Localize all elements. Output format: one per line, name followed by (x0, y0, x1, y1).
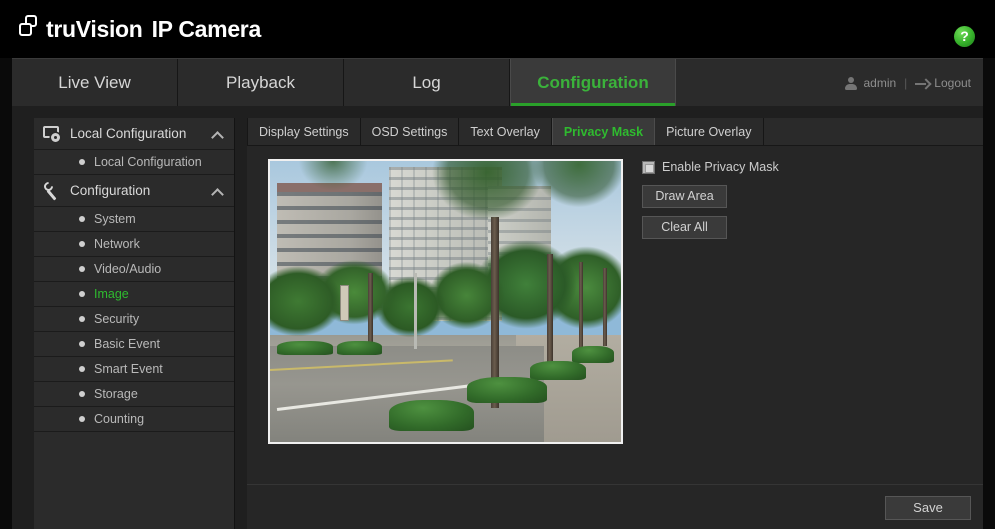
tab-privacy-mask[interactable]: Privacy Mask (551, 118, 656, 145)
sidebar-item-smart-event[interactable]: Smart Event (34, 357, 234, 382)
tab-text-overlay[interactable]: Text Overlay (459, 118, 552, 145)
sidebar-item-label: Basic Event (94, 337, 161, 351)
app-window: truVision IP Camera ? Live View Playback … (0, 0, 995, 529)
sidebar-item-network[interactable]: Network (34, 232, 234, 257)
hedge (571, 346, 614, 364)
sidebar-item-label: Storage (94, 387, 138, 401)
hedge (336, 340, 383, 355)
privacy-mask-panel: Enable Privacy Mask Draw Area Clear All (247, 146, 983, 484)
question-mark-help-icon[interactable]: ? (954, 26, 975, 47)
monitor-gear-icon (43, 125, 63, 143)
enable-privacy-mask-row: Enable Privacy Mask (642, 160, 842, 174)
sidebar-item-storage[interactable]: Storage (34, 382, 234, 407)
nav-tab-live-view[interactable]: Live View (12, 59, 178, 106)
sidebar-group-title: Local Configuration (70, 126, 187, 141)
content-panel: Display Settings OSD Settings Text Overl… (247, 118, 983, 529)
tab-picture-overlay[interactable]: Picture Overlay (655, 118, 764, 145)
bullet-icon (79, 366, 85, 372)
sidebar-item-label: Local Configuration (94, 155, 202, 169)
bullet-icon (79, 216, 85, 222)
bullet-icon (79, 291, 85, 297)
sidebar-item-image[interactable]: Image (34, 282, 234, 307)
brand-text: truVision IP Camera (46, 15, 262, 42)
tabstrip-filler (763, 118, 983, 145)
tab-display-settings[interactable]: Display Settings (247, 118, 361, 145)
username-label[interactable]: admin (863, 76, 896, 90)
sidebar-item-counting[interactable]: Counting (34, 407, 234, 432)
app-header: truVision IP Camera ? (0, 0, 995, 58)
live-video-preview[interactable] (268, 159, 623, 444)
sidebar-item-label: Security (94, 312, 140, 326)
video-scene (270, 161, 621, 442)
enable-privacy-mask-label: Enable Privacy Mask (662, 160, 779, 174)
bullet-icon (79, 266, 85, 272)
sidebar-item-label: Network (94, 237, 140, 251)
user-icon (844, 76, 858, 90)
hedge (389, 399, 474, 431)
save-button[interactable]: Save (885, 496, 971, 520)
sidebar-group-local-configuration[interactable]: Local Configuration (34, 118, 234, 150)
bullet-icon (79, 391, 85, 397)
brand: truVision IP Camera (18, 14, 261, 44)
wrench-icon (42, 179, 63, 201)
hedge (529, 360, 586, 381)
hedge (466, 377, 548, 403)
bullet-icon (79, 316, 85, 322)
user-separator: | (904, 76, 908, 90)
bullet-icon (79, 416, 85, 422)
brand-name: truVision (46, 15, 143, 42)
content-tabstrip: Display Settings OSD Settings Text Overl… (247, 118, 983, 146)
street-sign (340, 284, 349, 322)
bullet-icon (79, 241, 85, 247)
sidebar-item-label: Video/Audio (94, 262, 162, 276)
tab-osd-settings[interactable]: OSD Settings (360, 118, 460, 145)
bullet-icon (79, 341, 85, 347)
sidebar-item-system[interactable]: System (34, 207, 234, 232)
tree-trunk (603, 267, 608, 347)
chevron-up-icon[interactable] (212, 187, 224, 195)
logout-button[interactable]: Logout (934, 76, 971, 90)
sidebar-item-basic-event[interactable]: Basic Event (34, 332, 234, 357)
sidebar-group-configuration[interactable]: Configuration (34, 175, 234, 207)
tree-canopy (270, 161, 621, 251)
nav-tab-log[interactable]: Log (344, 59, 510, 106)
privacy-mask-controls: Enable Privacy Mask Draw Area Clear All (642, 160, 842, 247)
main-navigation: Live View Playback Log Configuration adm… (12, 58, 983, 106)
draw-area-button[interactable]: Draw Area (642, 185, 727, 208)
sidebar-item-label: Counting (94, 412, 145, 426)
sidebar-group-title: Configuration (70, 183, 151, 198)
enable-privacy-mask-checkbox[interactable] (642, 160, 655, 174)
chevron-up-icon[interactable] (212, 130, 224, 138)
tree-trunk (578, 262, 584, 358)
sidebar-item-label: Smart Event (94, 362, 163, 376)
sidebar-item-video-audio[interactable]: Video/Audio (34, 257, 234, 282)
hedge (277, 340, 334, 355)
logout-arrow-icon[interactable] (915, 77, 929, 90)
panel-footer: Save (247, 484, 983, 529)
sidebar-item-local-configuration[interactable]: Local Configuration (34, 150, 234, 175)
nav-tab-configuration[interactable]: Configuration (510, 59, 676, 106)
sidebar-item-security[interactable]: Security (34, 307, 234, 332)
sidebar: Local Configuration Local Configuration … (34, 118, 235, 529)
tree-trunk (368, 273, 373, 350)
bullet-icon (79, 159, 85, 165)
tree-trunk (547, 253, 553, 375)
sidebar-item-label: Image (94, 287, 129, 301)
product-name: IP Camera (151, 15, 262, 42)
light-pole (413, 273, 417, 350)
user-area: admin | Logout (844, 59, 971, 107)
sidebar-item-label: System (94, 212, 136, 226)
body-container: Local Configuration Local Configuration … (12, 106, 983, 529)
nav-tab-playback[interactable]: Playback (178, 59, 344, 106)
clear-all-button[interactable]: Clear All (642, 216, 727, 239)
overlapping-squares-logo-icon (18, 14, 44, 44)
